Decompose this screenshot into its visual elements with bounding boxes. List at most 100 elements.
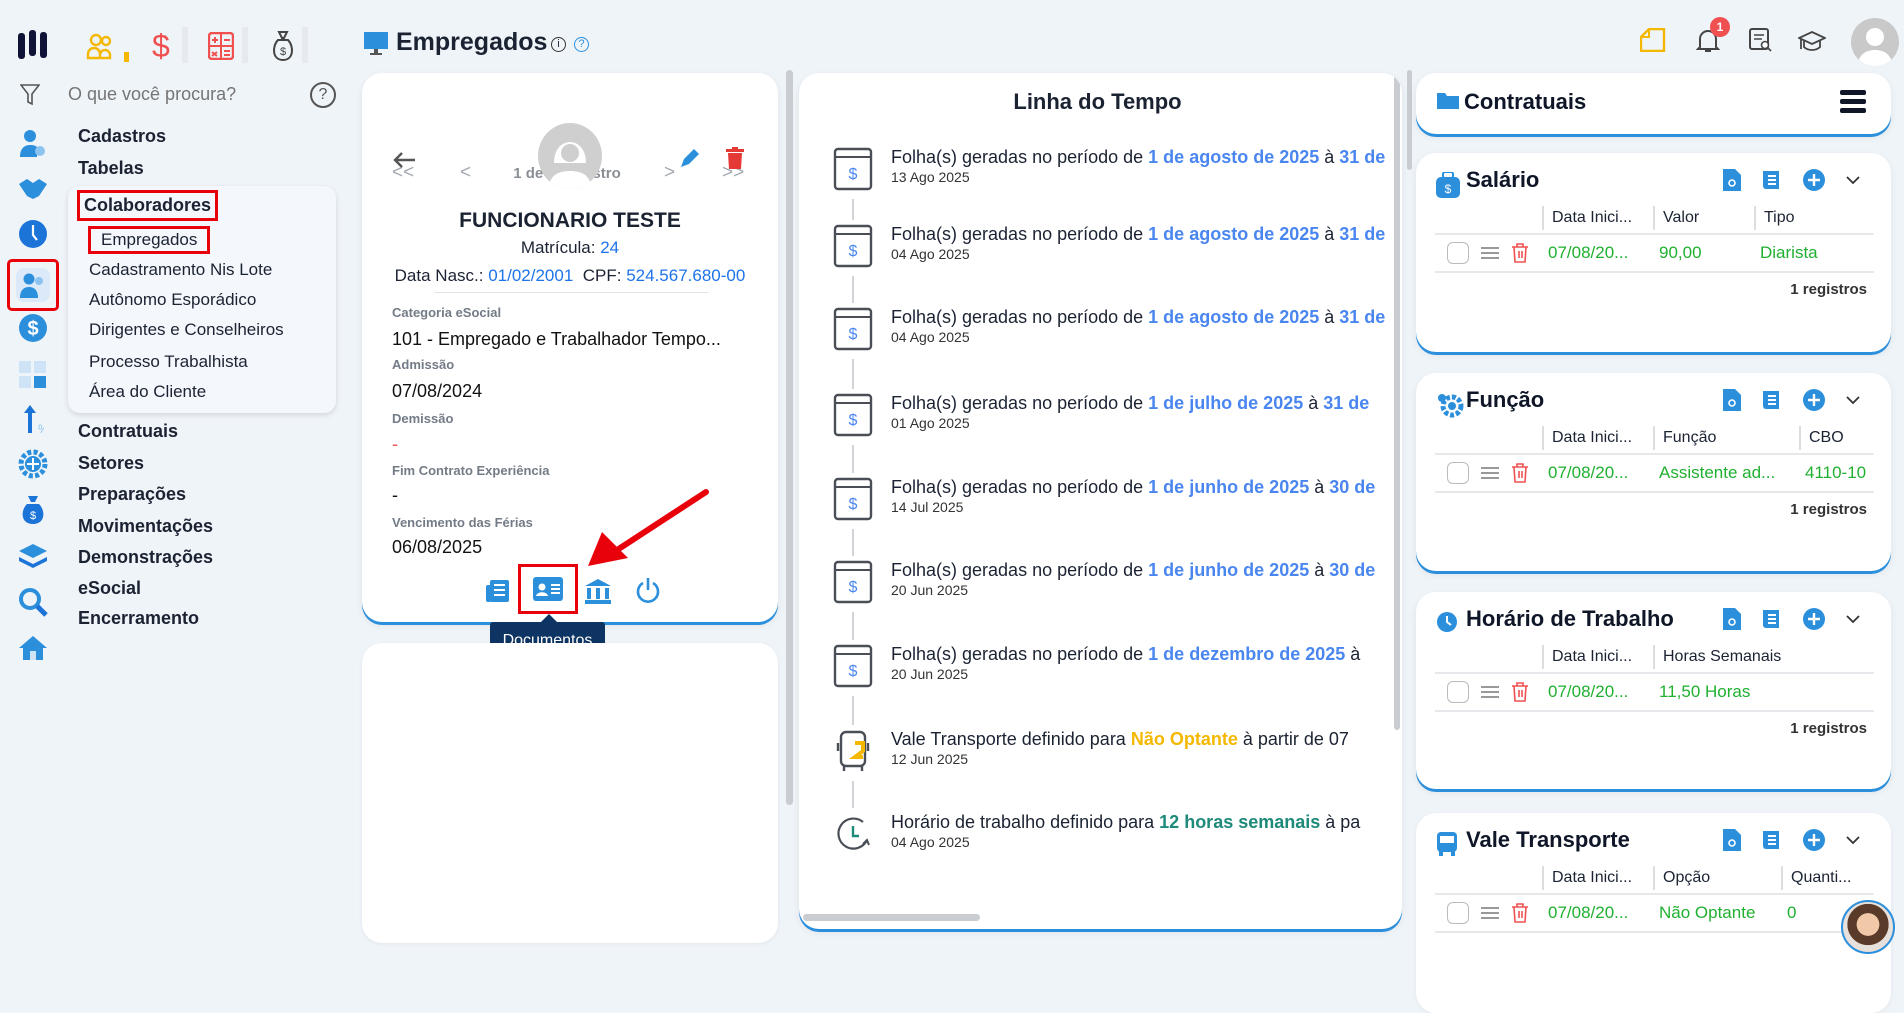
scroll-icon[interactable]	[1761, 609, 1783, 629]
drag-handle-icon[interactable]	[1481, 247, 1499, 259]
user-settings-icon[interactable]	[16, 127, 50, 161]
column-header[interactable]: Função	[1653, 426, 1799, 450]
handshake-icon[interactable]	[16, 172, 50, 206]
menu-encerramento[interactable]: Encerramento	[78, 608, 199, 629]
menu-setores[interactable]: Setores	[78, 453, 144, 474]
bank-icon[interactable]	[584, 578, 612, 604]
menu-tabelas[interactable]: Tabelas	[78, 158, 144, 179]
dollar-icon[interactable]: $	[16, 311, 50, 345]
add-icon[interactable]	[1803, 389, 1825, 411]
finance-module-icon[interactable]: $	[152, 28, 170, 65]
table-row[interactable]: 07/08/20... Assistente ad... 4110-10	[1435, 455, 1874, 493]
calculator-icon[interactable]	[16, 358, 50, 392]
document-search-icon[interactable]	[1723, 829, 1741, 851]
trash-icon[interactable]	[1511, 463, 1529, 483]
employees-icon[interactable]	[16, 268, 50, 302]
submenu-area-cliente[interactable]: Área do Cliente	[89, 382, 206, 402]
gear-icon[interactable]	[16, 447, 50, 481]
chevron-down-icon[interactable]	[1845, 395, 1861, 405]
notes-icon[interactable]	[1640, 28, 1666, 52]
newspaper-icon[interactable]	[486, 579, 510, 603]
chevron-down-icon[interactable]	[1845, 835, 1861, 845]
scroll-icon[interactable]	[1761, 390, 1783, 410]
menu-movimentacoes[interactable]: Movimentações	[78, 516, 213, 537]
help-icon[interactable]: ?	[310, 82, 336, 108]
trash-icon[interactable]	[1511, 682, 1529, 702]
filter-icon[interactable]	[20, 84, 40, 106]
power-icon[interactable]	[635, 577, 661, 605]
delete-icon[interactable]	[726, 147, 744, 169]
money-bag-icon[interactable]: $	[16, 493, 50, 527]
column-header[interactable]: Data Inici...	[1542, 866, 1653, 890]
menu-esocial[interactable]: eSocial	[78, 578, 141, 599]
document-search-icon[interactable]	[1749, 28, 1773, 52]
prev-record-button[interactable]: <	[460, 162, 471, 184]
user-avatar[interactable]	[1851, 18, 1899, 66]
menu-demonstracoes[interactable]: Demonstrações	[78, 547, 213, 568]
column-header[interactable]: Data Inici...	[1542, 645, 1653, 669]
trash-icon[interactable]	[1511, 903, 1529, 923]
next-record-button[interactable]: >	[664, 162, 675, 184]
row-checkbox[interactable]	[1447, 462, 1469, 484]
submenu-cadastramento-nis[interactable]: Cadastramento Nis Lote	[89, 260, 272, 280]
chevron-down-icon[interactable]	[1845, 614, 1861, 624]
column-header[interactable]: CBO	[1799, 426, 1874, 450]
scroll-icon[interactable]	[1761, 170, 1783, 190]
info-icon[interactable]: i	[551, 37, 566, 52]
document-search-icon[interactable]	[1723, 169, 1741, 191]
page-scrollbar[interactable]	[786, 70, 793, 805]
timeline-text: Folha(s) geradas no período de 1 de junh…	[891, 560, 1399, 581]
search-input[interactable]	[68, 80, 308, 108]
row-checkbox[interactable]	[1447, 242, 1469, 264]
tax-icon[interactable]: %	[16, 403, 50, 437]
scroll-icon[interactable]	[1761, 830, 1783, 850]
menu-preparacoes[interactable]: Preparações	[78, 484, 186, 505]
home-icon[interactable]	[16, 631, 50, 665]
menu-colaboradores[interactable]: Colaboradores	[76, 190, 219, 221]
column-header[interactable]: Horas Semanais	[1653, 645, 1874, 669]
back-arrow-icon[interactable]	[392, 151, 416, 169]
submenu-processo[interactable]: Processo Trabalhista	[89, 352, 248, 372]
column-header[interactable]: Opção	[1653, 866, 1781, 890]
document-search-icon[interactable]	[1723, 608, 1741, 630]
trash-icon[interactable]	[1511, 243, 1529, 263]
row-checkbox[interactable]	[1447, 681, 1469, 703]
submenu-autonomo[interactable]: Autônomo Esporádico	[89, 290, 256, 310]
document-search-icon[interactable]	[1723, 389, 1741, 411]
drag-handle-icon[interactable]	[1481, 467, 1499, 479]
assistant-chat-avatar[interactable]	[1841, 900, 1895, 954]
column-header[interactable]: Quanti...	[1781, 866, 1874, 890]
drag-handle-icon[interactable]	[1481, 686, 1499, 698]
clock-icon[interactable]	[16, 217, 50, 251]
hamburger-menu-icon[interactable]	[1840, 90, 1866, 114]
add-icon[interactable]	[1803, 608, 1825, 630]
column-header[interactable]: Tipo	[1754, 206, 1874, 230]
row-checkbox[interactable]	[1447, 902, 1469, 924]
column-header[interactable]: Valor	[1653, 206, 1754, 230]
help-icon[interactable]: ?	[574, 37, 589, 52]
layers-icon[interactable]	[16, 539, 50, 573]
submenu-empregados[interactable]: Empregados	[87, 226, 211, 254]
table-row[interactable]: 07/08/20... 11,50 Horas	[1435, 674, 1874, 712]
timeline-vertical-scrollbar[interactable]	[1394, 73, 1400, 730]
add-icon[interactable]	[1803, 169, 1825, 191]
graduation-cap-icon[interactable]	[1798, 30, 1826, 54]
column-header[interactable]: Data Inici...	[1542, 426, 1653, 450]
right-scrollbar[interactable]	[1407, 70, 1412, 170]
timeline-horizontal-scrollbar[interactable]	[803, 914, 980, 921]
submenu-dirigentes[interactable]: Dirigentes e Conselheiros	[89, 320, 284, 340]
menu-cadastros[interactable]: Cadastros	[78, 126, 166, 147]
table-row[interactable]: 07/08/20... Não Optante 0	[1435, 895, 1874, 933]
people-module-icon[interactable]	[86, 32, 114, 60]
drag-handle-icon[interactable]	[1481, 907, 1499, 919]
table-row[interactable]: 07/08/20... 90,00 Diarista	[1435, 235, 1874, 273]
add-icon[interactable]	[1803, 829, 1825, 851]
menu-contratuais[interactable]: Contratuais	[78, 421, 178, 442]
documents-button[interactable]	[518, 564, 578, 614]
edit-icon[interactable]	[678, 148, 700, 170]
money-bag-module-icon[interactable]: $	[272, 30, 294, 62]
column-header[interactable]: Data Inici...	[1542, 206, 1653, 230]
calculator-module-icon[interactable]	[208, 32, 234, 60]
search-icon[interactable]	[16, 585, 50, 619]
chevron-down-icon[interactable]	[1845, 175, 1861, 185]
